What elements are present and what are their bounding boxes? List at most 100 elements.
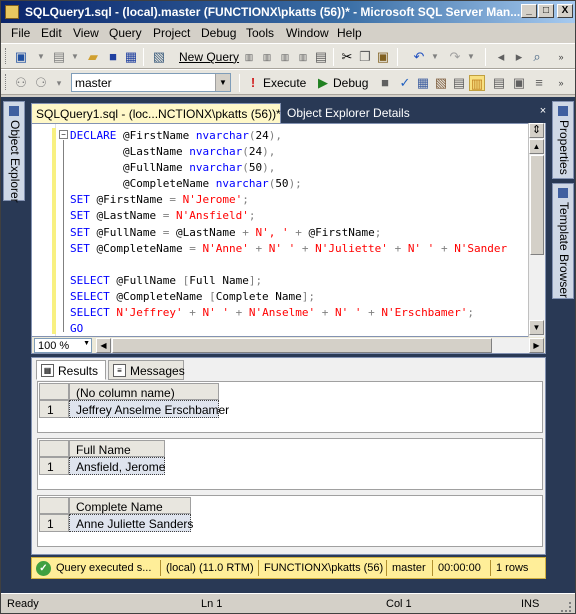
editor-horizontal-scrollbar[interactable]: ◀ ▶ — [96, 338, 544, 353]
code-line[interactable]: SET @FullName = @LastName + N', ' + @Fir… — [70, 225, 507, 241]
code-line[interactable]: SELECT N'Jeffrey' + N' ' + N'Anselme' + … — [70, 305, 507, 321]
object-explorer-side-tab[interactable]: Object Explorer — [3, 101, 25, 203]
dropdown-arrow-icon[interactable]: ▼ — [427, 49, 443, 65]
template-browser-side-tab[interactable]: Template Browser — [552, 183, 574, 299]
redo-icon[interactable]: ↷ — [447, 49, 463, 65]
code-line[interactable]: @LastName nvarchar(24), — [70, 144, 507, 160]
row-number[interactable]: 1 — [39, 457, 69, 475]
row-number[interactable]: 1 — [39, 514, 69, 532]
menu-window[interactable]: Window — [286, 26, 329, 40]
code-line[interactable]: GO — [70, 321, 507, 336]
include-plan-icon[interactable]: ▤ — [451, 75, 467, 91]
chevron-down-icon[interactable]: ▼ — [215, 74, 230, 91]
results-to-text-icon[interactable]: ▤ — [491, 75, 507, 91]
title-bar[interactable]: SQLQuery1.sql - (local).master (FUNCTION… — [1, 1, 575, 23]
tab-results[interactable]: ▦ Results — [36, 360, 106, 380]
menu-edit[interactable]: Edit — [41, 26, 62, 40]
code-line[interactable]: SELECT @FullName [Full Name]; — [70, 273, 507, 289]
available-databases-select[interactable]: master ▼ — [71, 73, 231, 92]
tab-object-explorer-details[interactable]: Object Explorer Details — [283, 104, 414, 122]
results-to-file-icon[interactable]: ▣ — [511, 75, 527, 91]
menu-debug[interactable]: Debug — [201, 26, 236, 40]
open-folder-icon[interactable]: ▰ — [85, 49, 101, 65]
new-query-icon[interactable]: ▧ — [151, 49, 167, 65]
resize-grip-icon[interactable] — [561, 602, 571, 612]
grid-cell[interactable]: Ansfield, Jerome — [69, 457, 165, 475]
new-query-button[interactable]: New Query — [179, 50, 239, 64]
parse-check-icon[interactable]: ✓ — [397, 75, 413, 91]
comment-icon[interactable]: ≡ — [531, 75, 547, 91]
undo-icon[interactable]: ↶ — [411, 49, 427, 65]
dropdown-arrow-icon[interactable]: ▼ — [67, 49, 83, 65]
change-connection-icon[interactable]: ⚆ — [33, 75, 49, 91]
execute-icon[interactable]: ! — [245, 75, 261, 91]
tab-messages[interactable]: ≡ Messages — [108, 360, 185, 380]
zoom-select[interactable]: 100 % ▼ — [34, 338, 92, 353]
code-line[interactable]: @CompleteName nvarchar(50); — [70, 176, 507, 192]
connect-icon[interactable]: ⚇ — [13, 75, 29, 91]
tab-sqlquery1[interactable]: SQLQuery1.sql - (loc...NCTIONX\pkatts (5… — [31, 103, 281, 123]
scroll-left-icon[interactable]: ◀ — [96, 338, 111, 353]
code-line[interactable]: SET @CompleteName = N'Anne' + N' ' + N'J… — [70, 241, 507, 257]
dropdown-arrow-icon[interactable]: ▼ — [33, 49, 49, 65]
code-line[interactable] — [70, 257, 507, 273]
dropdown-arrow-icon[interactable]: ▼ — [463, 49, 479, 65]
scroll-thumb[interactable] — [112, 338, 492, 353]
query-designer-icon[interactable]: ▧ — [433, 75, 449, 91]
scroll-thumb[interactable] — [530, 155, 544, 255]
toolbar-grip[interactable] — [5, 74, 8, 90]
column-header[interactable]: Complete Name — [69, 497, 191, 514]
menu-file[interactable]: File — [11, 26, 30, 40]
result-grid-1[interactable]: (No column name) 1 Jeffrey Anselme Ersch… — [37, 381, 543, 433]
chevron-down-icon[interactable]: ▼ — [83, 340, 90, 347]
toolbar-grip[interactable] — [5, 48, 8, 64]
grid-cell[interactable]: Anne Juliette Sanders — [69, 514, 193, 532]
menu-help[interactable]: Help — [337, 26, 362, 40]
close-tab-icon[interactable]: × — [536, 105, 550, 119]
maximize-button[interactable]: □ — [538, 4, 554, 18]
new-project-icon[interactable]: ▣ — [13, 49, 29, 65]
row-number[interactable]: 1 — [39, 400, 69, 418]
display-plan-icon[interactable]: ▦ — [415, 75, 431, 91]
dmx-query-icon[interactable]: ▥ — [259, 49, 275, 65]
results-to-grid-icon[interactable]: ▥ — [469, 75, 485, 91]
cut-icon[interactable]: ✂ — [339, 49, 355, 65]
add-item-icon[interactable]: ▤ — [51, 49, 67, 65]
menu-view[interactable]: View — [73, 26, 99, 40]
query-editor[interactable]: − DECLARE @FirstName nvarchar(24), @Last… — [31, 123, 546, 337]
find-icon[interactable]: ⌕ — [529, 49, 545, 65]
mdx-query-icon[interactable]: ▥ — [241, 49, 257, 65]
dax-query-icon[interactable]: ▥ — [295, 49, 311, 65]
toolbar-options-icon[interactable]: » — [553, 49, 569, 65]
column-header[interactable]: (No column name) — [69, 383, 219, 400]
save-all-icon[interactable]: ▦ — [123, 49, 139, 65]
copy-icon[interactable]: ❐ — [357, 49, 373, 65]
toolbar-options-icon[interactable]: » — [553, 75, 569, 91]
navigate-forward-icon[interactable]: ▸ — [511, 49, 527, 65]
split-icon[interactable]: ⇕ — [529, 123, 544, 138]
properties-side-tab[interactable]: Properties — [552, 101, 574, 179]
debug-play-icon[interactable]: ▶ — [315, 75, 331, 91]
result-grid-2[interactable]: Full Name 1 Ansfield, Jerome — [37, 438, 543, 490]
dropdown-arrow-icon[interactable]: ▾ — [51, 75, 67, 91]
scroll-up-icon[interactable]: ▲ — [529, 139, 544, 154]
execute-button[interactable]: Execute — [263, 76, 306, 90]
report-icon[interactable]: ▤ — [313, 49, 329, 65]
menu-tools[interactable]: Tools — [246, 26, 274, 40]
code-line[interactable]: SELECT @CompleteName [Complete Name]; — [70, 289, 507, 305]
code-line[interactable]: @FullName nvarchar(50), — [70, 160, 507, 176]
menu-query[interactable]: Query — [109, 26, 142, 40]
grid-cell[interactable]: Jeffrey Anselme Erschbamer — [69, 400, 229, 418]
code-line[interactable]: DECLARE @FirstName nvarchar(24), — [70, 128, 507, 144]
sql-code[interactable]: DECLARE @FirstName nvarchar(24), @LastNa… — [70, 128, 507, 336]
navigate-back-icon[interactable]: ◂ — [493, 49, 509, 65]
menu-project[interactable]: Project — [153, 26, 190, 40]
code-line[interactable]: SET @LastName = N'Ansfield'; — [70, 208, 507, 224]
collapse-icon[interactable]: − — [59, 130, 68, 139]
debug-button[interactable]: Debug — [333, 76, 368, 90]
cancel-query-icon[interactable]: ■ — [377, 75, 393, 91]
save-icon[interactable]: ■ — [105, 49, 121, 65]
paste-icon[interactable]: ▣ — [375, 49, 391, 65]
scroll-down-icon[interactable]: ▼ — [529, 320, 544, 335]
close-button[interactable]: X — [557, 4, 573, 18]
